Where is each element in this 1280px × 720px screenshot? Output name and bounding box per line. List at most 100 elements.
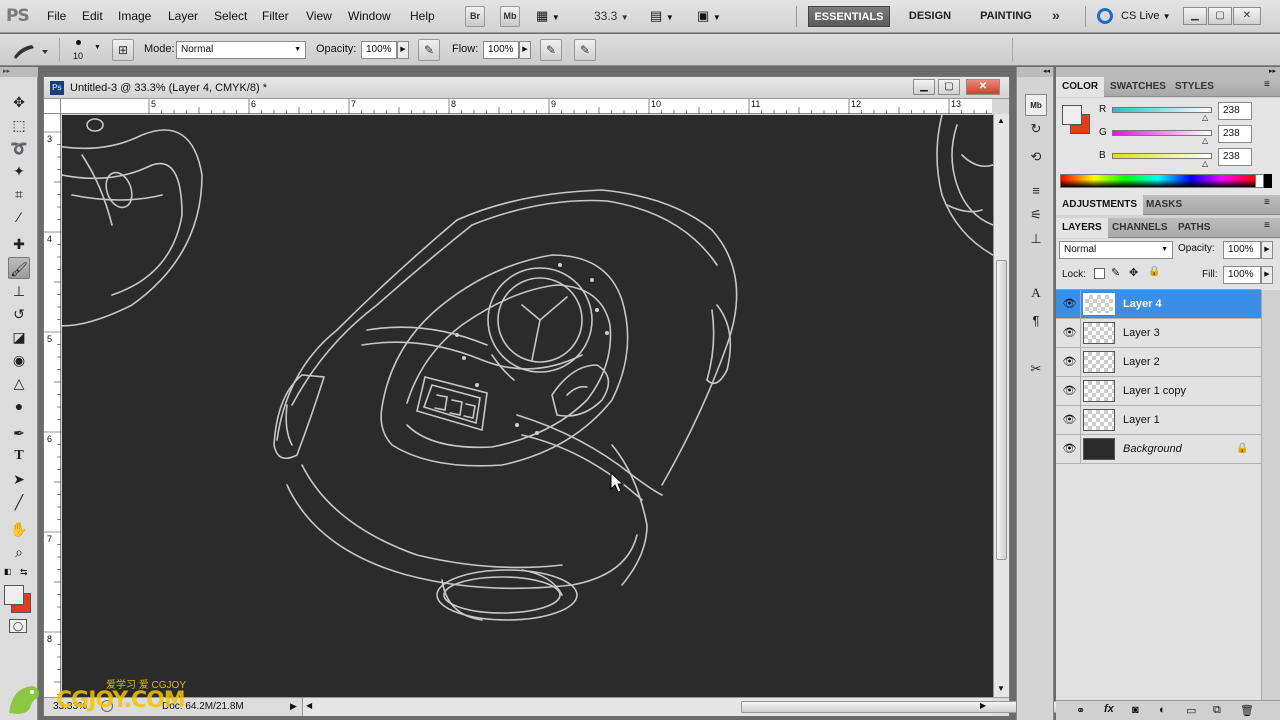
layer-row-layer-2[interactable]: 👁 Layer 2 <box>1056 348 1261 377</box>
panel-menu-icon[interactable]: ≡ <box>1264 79 1270 90</box>
line-tool-icon[interactable]: ╱ <box>8 491 30 513</box>
paint-bucket-tool-icon[interactable]: ◉ <box>8 349 30 371</box>
crop-tool-icon[interactable]: ⌗ <box>8 183 30 205</box>
layer-row-layer-1[interactable]: 👁 Layer 1 <box>1056 406 1261 435</box>
tab-paths[interactable]: PATHS <box>1172 218 1216 238</box>
mode-select[interactable]: Normal ▼ <box>176 41 306 59</box>
menu-filter[interactable]: Filter <box>262 9 289 23</box>
layer-opacity-arrow[interactable]: ▶ <box>1261 241 1273 259</box>
eye-icon[interactable]: 👁 <box>1059 406 1081 434</box>
workspace-painting[interactable]: PAINTING <box>968 6 1044 27</box>
marquee-tool-icon[interactable]: ⬚ <box>8 114 30 136</box>
document-titlebar[interactable]: Ps Untitled-3 @ 33.3% (Layer 4, CMYK/8) … <box>44 77 1009 99</box>
brush-panel-icon[interactable]: ⚟ <box>1025 204 1047 226</box>
scroll-down-arrow-icon[interactable]: ▼ <box>997 684 1005 693</box>
lock-all-icon[interactable]: 🔒 <box>1148 266 1160 277</box>
quick-select-tool-icon[interactable]: ✦ <box>8 160 30 182</box>
more-workspaces-icon[interactable]: » <box>1052 7 1060 23</box>
pressure-opacity-icon[interactable]: ✎ <box>418 39 440 61</box>
path-selection-tool-icon[interactable]: ➤ <box>8 468 30 490</box>
screen-mode-icon[interactable]: ▣ ▼ <box>697 8 721 24</box>
adjustment-layer-icon[interactable]: ◐ <box>1159 704 1166 716</box>
type-tool-icon[interactable]: T <box>8 445 30 467</box>
doc-close-button[interactable]: ✕ <box>966 79 1000 95</box>
hand-tool-icon[interactable]: ✋ <box>8 518 30 540</box>
eye-icon[interactable]: 👁 <box>1059 435 1081 463</box>
menu-help[interactable]: Help <box>410 9 435 23</box>
fill-arrow[interactable]: ▶ <box>1261 266 1273 284</box>
lock-position-icon[interactable]: ✥ <box>1129 266 1138 279</box>
flow-slider-arrow[interactable]: ▶ <box>519 41 531 59</box>
view-extras-icon[interactable]: ▦ ▼ <box>536 8 560 24</box>
menu-layer[interactable]: Layer <box>168 9 198 23</box>
ruler-origin[interactable] <box>44 99 61 114</box>
cs-live-menu[interactable]: CS Live ▼ <box>1121 10 1171 22</box>
tools-panel-header[interactable]: ▸▸ <box>0 67 38 77</box>
scroll-up-arrow-icon[interactable]: ▲ <box>997 116 1005 125</box>
flow-input[interactable]: 100% <box>483 41 519 59</box>
history-panel-icon[interactable]: ↻ <box>1025 118 1047 140</box>
slider-b[interactable] <box>1112 153 1212 159</box>
zoom-tool-icon[interactable]: ⌕ <box>8 541 30 563</box>
layer-row-background[interactable]: 👁 Background 🔒 <box>1056 435 1261 464</box>
lock-transparent-icon[interactable] <box>1094 268 1105 279</box>
slider-b-handle-icon[interactable]: △ <box>1202 159 1208 168</box>
brush-tool-icon[interactable]: 🖌 <box>8 257 30 279</box>
history-brush-panel-icon[interactable]: ⟲ <box>1025 146 1047 168</box>
layers-scrollbar[interactable] <box>1261 290 1280 700</box>
tab-layers[interactable]: LAYERS <box>1056 218 1108 238</box>
new-layer-icon[interactable]: ⧉ <box>1213 704 1221 717</box>
foreground-color-swatch[interactable] <box>4 585 24 605</box>
close-app-button[interactable]: ✕ <box>1233 7 1261 25</box>
opacity-input[interactable]: 100% <box>361 41 397 59</box>
menu-select[interactable]: Select <box>214 9 247 23</box>
character-panel-icon[interactable]: A <box>1025 282 1047 304</box>
airbrush-icon[interactable]: ✎ <box>540 39 562 61</box>
panel-menu-icon[interactable]: ≡ <box>1264 220 1270 231</box>
clone-stamp-tool-icon[interactable]: ⊥ <box>8 280 30 302</box>
menu-edit[interactable]: Edit <box>82 9 103 23</box>
link-layers-icon[interactable]: ⚭ <box>1076 704 1085 717</box>
mini-bridge-panel-icon[interactable]: Mb <box>1025 94 1047 116</box>
restore-app-button[interactable]: ▢ <box>1208 7 1232 25</box>
dock-collapse-icon[interactable]: ◂◂ <box>1017 67 1053 77</box>
mini-bridge-button[interactable]: Mb <box>500 6 520 27</box>
vertical-scroll-thumb[interactable] <box>996 260 1007 560</box>
status-menu-arrow-icon[interactable]: ▶ <box>290 701 297 712</box>
add-mask-icon[interactable]: ◙ <box>1132 704 1139 716</box>
tab-adjustments[interactable]: ADJUSTMENTS <box>1056 195 1144 215</box>
tab-masks[interactable]: MASKS <box>1140 195 1188 215</box>
healing-brush-tool-icon[interactable]: ✚ <box>8 233 30 255</box>
ramp-white-swatch[interactable] <box>1256 174 1264 188</box>
vertical-ruler[interactable]: 3 4 5 6 7 8 <box>44 114 61 697</box>
input-g[interactable]: 238 <box>1218 125 1252 143</box>
pressure-size-icon[interactable]: ✎ <box>574 39 596 61</box>
eye-icon[interactable]: 👁 <box>1059 348 1081 376</box>
arrange-documents-icon[interactable]: ▤ ▼ <box>650 8 674 24</box>
doc-maximize-button[interactable]: ▢ <box>938 79 960 95</box>
slider-g[interactable] <box>1112 130 1212 136</box>
color-foreground-swatch[interactable] <box>1062 105 1082 125</box>
quick-mask-icon[interactable]: ◯ <box>9 619 27 633</box>
scroll-right-arrow-icon[interactable]: ▶ <box>980 701 986 710</box>
fill-input[interactable]: 100% <box>1223 266 1261 284</box>
panels-collapse-icon[interactable]: ▸▸ <box>1056 67 1280 77</box>
cs-live-icon[interactable] <box>1097 8 1113 24</box>
doc-minimize-button[interactable]: ▁ <box>913 79 935 95</box>
tool-preset-picker[interactable] <box>10 41 50 61</box>
eye-icon[interactable]: 👁 <box>1059 290 1081 318</box>
menu-file[interactable]: File <box>47 9 66 23</box>
layer-row-layer-1-copy[interactable]: 👁 Layer 1 copy <box>1056 377 1261 406</box>
history-brush-tool-icon[interactable]: ↺ <box>8 303 30 325</box>
lasso-tool-icon[interactable]: ➰ <box>8 137 30 159</box>
brush-presets-panel-icon[interactable]: ≡ <box>1025 180 1047 202</box>
document-canvas[interactable] <box>62 115 993 697</box>
minimize-app-button[interactable]: ▁ <box>1183 7 1207 25</box>
input-b[interactable]: 238 <box>1218 148 1252 166</box>
eyedropper-tool-icon[interactable]: ⁄ <box>8 206 30 228</box>
blur-tool-icon[interactable]: △ <box>8 372 30 394</box>
delete-layer-icon[interactable]: 🗑 <box>1240 704 1254 717</box>
eye-icon[interactable]: 👁 <box>1059 377 1081 405</box>
input-r[interactable]: 238 <box>1218 102 1252 120</box>
eraser-tool-icon[interactable]: ◪ <box>8 326 30 348</box>
